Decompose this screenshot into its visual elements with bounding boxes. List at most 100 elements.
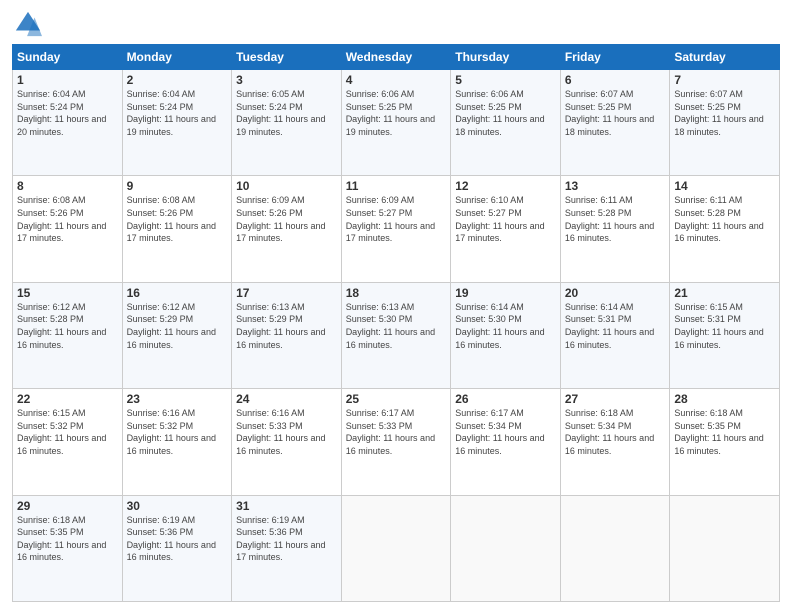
calendar-cell: 7Sunrise: 6:07 AMSunset: 5:25 PMDaylight… [670,70,780,176]
day-info: Sunrise: 6:08 AMSunset: 5:26 PMDaylight:… [17,194,118,244]
calendar-cell: 28Sunrise: 6:18 AMSunset: 5:35 PMDayligh… [670,389,780,495]
day-number: 9 [127,179,228,193]
day-number: 7 [674,73,775,87]
day-number: 22 [17,392,118,406]
day-info: Sunrise: 6:09 AMSunset: 5:27 PMDaylight:… [346,194,447,244]
day-info: Sunrise: 6:04 AMSunset: 5:24 PMDaylight:… [127,88,228,138]
day-number: 26 [455,392,556,406]
calendar-cell [451,495,561,601]
day-number: 10 [236,179,337,193]
day-number: 29 [17,499,118,513]
calendar-cell: 30Sunrise: 6:19 AMSunset: 5:36 PMDayligh… [122,495,232,601]
calendar-cell: 1Sunrise: 6:04 AMSunset: 5:24 PMDaylight… [13,70,123,176]
day-number: 13 [565,179,666,193]
calendar-cell: 26Sunrise: 6:17 AMSunset: 5:34 PMDayligh… [451,389,561,495]
calendar-week-5: 29Sunrise: 6:18 AMSunset: 5:35 PMDayligh… [13,495,780,601]
calendar-cell: 22Sunrise: 6:15 AMSunset: 5:32 PMDayligh… [13,389,123,495]
calendar-cell: 2Sunrise: 6:04 AMSunset: 5:24 PMDaylight… [122,70,232,176]
calendar-cell: 11Sunrise: 6:09 AMSunset: 5:27 PMDayligh… [341,176,451,282]
day-info: Sunrise: 6:15 AMSunset: 5:31 PMDaylight:… [674,301,775,351]
day-info: Sunrise: 6:11 AMSunset: 5:28 PMDaylight:… [674,194,775,244]
calendar-week-2: 8Sunrise: 6:08 AMSunset: 5:26 PMDaylight… [13,176,780,282]
day-info: Sunrise: 6:07 AMSunset: 5:25 PMDaylight:… [565,88,666,138]
calendar-cell [341,495,451,601]
header-cell-sunday: Sunday [13,45,123,70]
day-info: Sunrise: 6:19 AMSunset: 5:36 PMDaylight:… [127,514,228,564]
day-number: 27 [565,392,666,406]
calendar-cell: 8Sunrise: 6:08 AMSunset: 5:26 PMDaylight… [13,176,123,282]
day-number: 17 [236,286,337,300]
calendar-cell: 19Sunrise: 6:14 AMSunset: 5:30 PMDayligh… [451,282,561,388]
calendar-week-1: 1Sunrise: 6:04 AMSunset: 5:24 PMDaylight… [13,70,780,176]
day-number: 2 [127,73,228,87]
calendar-cell: 13Sunrise: 6:11 AMSunset: 5:28 PMDayligh… [560,176,670,282]
calendar-cell: 9Sunrise: 6:08 AMSunset: 5:26 PMDaylight… [122,176,232,282]
day-info: Sunrise: 6:16 AMSunset: 5:33 PMDaylight:… [236,407,337,457]
calendar-cell [670,495,780,601]
day-info: Sunrise: 6:18 AMSunset: 5:35 PMDaylight:… [17,514,118,564]
day-number: 12 [455,179,556,193]
day-info: Sunrise: 6:07 AMSunset: 5:25 PMDaylight:… [674,88,775,138]
day-number: 11 [346,179,447,193]
calendar-cell: 18Sunrise: 6:13 AMSunset: 5:30 PMDayligh… [341,282,451,388]
calendar-cell: 17Sunrise: 6:13 AMSunset: 5:29 PMDayligh… [232,282,342,388]
calendar-cell [560,495,670,601]
day-number: 16 [127,286,228,300]
logo [12,10,42,38]
day-number: 21 [674,286,775,300]
day-number: 25 [346,392,447,406]
header [12,10,780,38]
day-number: 14 [674,179,775,193]
day-number: 15 [17,286,118,300]
day-info: Sunrise: 6:17 AMSunset: 5:34 PMDaylight:… [455,407,556,457]
header-cell-saturday: Saturday [670,45,780,70]
day-info: Sunrise: 6:13 AMSunset: 5:30 PMDaylight:… [346,301,447,351]
header-cell-wednesday: Wednesday [341,45,451,70]
calendar-week-4: 22Sunrise: 6:15 AMSunset: 5:32 PMDayligh… [13,389,780,495]
day-number: 6 [565,73,666,87]
page: SundayMondayTuesdayWednesdayThursdayFrid… [0,0,792,612]
day-info: Sunrise: 6:08 AMSunset: 5:26 PMDaylight:… [127,194,228,244]
calendar-cell: 24Sunrise: 6:16 AMSunset: 5:33 PMDayligh… [232,389,342,495]
day-number: 8 [17,179,118,193]
day-info: Sunrise: 6:18 AMSunset: 5:34 PMDaylight:… [565,407,666,457]
calendar-cell: 4Sunrise: 6:06 AMSunset: 5:25 PMDaylight… [341,70,451,176]
day-info: Sunrise: 6:15 AMSunset: 5:32 PMDaylight:… [17,407,118,457]
day-number: 19 [455,286,556,300]
day-number: 3 [236,73,337,87]
calendar-cell: 25Sunrise: 6:17 AMSunset: 5:33 PMDayligh… [341,389,451,495]
calendar-cell: 23Sunrise: 6:16 AMSunset: 5:32 PMDayligh… [122,389,232,495]
day-info: Sunrise: 6:12 AMSunset: 5:28 PMDaylight:… [17,301,118,351]
calendar: SundayMondayTuesdayWednesdayThursdayFrid… [12,44,780,602]
day-number: 5 [455,73,556,87]
calendar-cell: 14Sunrise: 6:11 AMSunset: 5:28 PMDayligh… [670,176,780,282]
day-info: Sunrise: 6:10 AMSunset: 5:27 PMDaylight:… [455,194,556,244]
day-info: Sunrise: 6:18 AMSunset: 5:35 PMDaylight:… [674,407,775,457]
day-number: 18 [346,286,447,300]
day-info: Sunrise: 6:12 AMSunset: 5:29 PMDaylight:… [127,301,228,351]
day-info: Sunrise: 6:16 AMSunset: 5:32 PMDaylight:… [127,407,228,457]
calendar-week-3: 15Sunrise: 6:12 AMSunset: 5:28 PMDayligh… [13,282,780,388]
day-info: Sunrise: 6:14 AMSunset: 5:31 PMDaylight:… [565,301,666,351]
day-info: Sunrise: 6:06 AMSunset: 5:25 PMDaylight:… [346,88,447,138]
calendar-cell: 5Sunrise: 6:06 AMSunset: 5:25 PMDaylight… [451,70,561,176]
day-info: Sunrise: 6:05 AMSunset: 5:24 PMDaylight:… [236,88,337,138]
day-info: Sunrise: 6:11 AMSunset: 5:28 PMDaylight:… [565,194,666,244]
calendar-cell: 15Sunrise: 6:12 AMSunset: 5:28 PMDayligh… [13,282,123,388]
calendar-cell: 27Sunrise: 6:18 AMSunset: 5:34 PMDayligh… [560,389,670,495]
calendar-cell: 31Sunrise: 6:19 AMSunset: 5:36 PMDayligh… [232,495,342,601]
calendar-cell: 21Sunrise: 6:15 AMSunset: 5:31 PMDayligh… [670,282,780,388]
calendar-cell: 10Sunrise: 6:09 AMSunset: 5:26 PMDayligh… [232,176,342,282]
day-number: 31 [236,499,337,513]
day-number: 24 [236,392,337,406]
calendar-cell: 29Sunrise: 6:18 AMSunset: 5:35 PMDayligh… [13,495,123,601]
day-number: 20 [565,286,666,300]
day-info: Sunrise: 6:09 AMSunset: 5:26 PMDaylight:… [236,194,337,244]
day-info: Sunrise: 6:04 AMSunset: 5:24 PMDaylight:… [17,88,118,138]
day-info: Sunrise: 6:06 AMSunset: 5:25 PMDaylight:… [455,88,556,138]
calendar-cell: 6Sunrise: 6:07 AMSunset: 5:25 PMDaylight… [560,70,670,176]
day-info: Sunrise: 6:13 AMSunset: 5:29 PMDaylight:… [236,301,337,351]
header-cell-monday: Monday [122,45,232,70]
day-info: Sunrise: 6:14 AMSunset: 5:30 PMDaylight:… [455,301,556,351]
day-number: 28 [674,392,775,406]
